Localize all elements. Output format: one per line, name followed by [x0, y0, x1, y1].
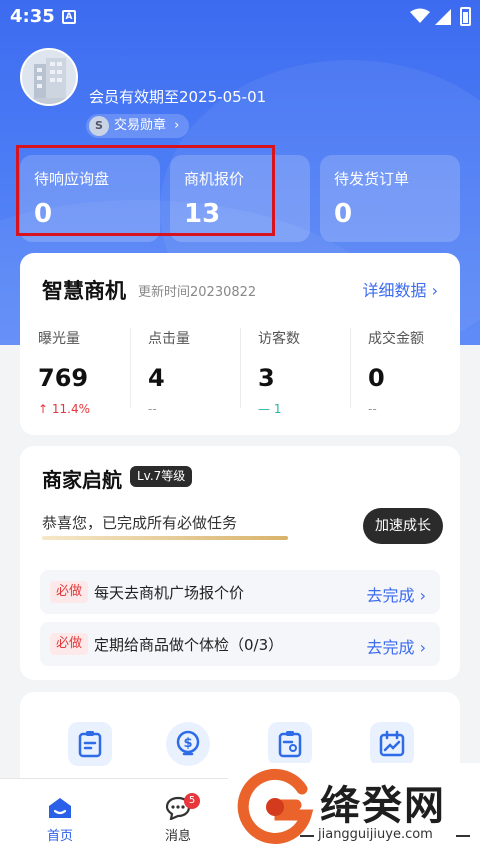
metric-value: 4	[148, 364, 165, 392]
tab-label: 首页	[46, 829, 73, 844]
signal-icon	[435, 9, 451, 25]
metric-value: 769	[38, 364, 89, 392]
metric-clicks[interactable]: 点击量 4 --	[148, 328, 258, 418]
metric-change: --	[148, 402, 157, 416]
go-complete-link[interactable]: 去完成 ›	[366, 582, 426, 606]
divider	[456, 835, 470, 837]
go-complete-label: 去完成	[366, 638, 415, 657]
task-text: 定期给商品做个体检（0/3）	[94, 636, 284, 654]
detail-data-link[interactable]: 详细数据 ›	[362, 277, 438, 301]
metric-exposure[interactable]: 曝光量 769 ↑ 11.4%	[38, 328, 148, 418]
metric-label: 访客数	[258, 331, 300, 347]
highlight-box	[16, 145, 275, 236]
chevron-right-icon: ›	[174, 118, 180, 133]
metric-visitors[interactable]: 访客数 3 — 1	[258, 328, 368, 418]
required-tag: 必做	[50, 581, 89, 603]
level-badge: Lv.7等级	[130, 466, 193, 487]
divider	[240, 328, 241, 408]
watermark-logo-icon	[237, 768, 314, 844]
tab-messages[interactable]: 5 消息	[138, 779, 218, 853]
update-time: 更新时间20230822	[138, 285, 257, 300]
metric-label: 曝光量	[38, 331, 80, 347]
stat-pending-shipment[interactable]: 待发货订单 0	[320, 155, 460, 242]
unread-badge: 5	[184, 793, 200, 809]
calendar-chart-icon[interactable]	[370, 722, 414, 766]
smart-opportunity-card: 智慧商机 更新时间20230822 详细数据 › 曝光量 769 ↑ 11.4%…	[20, 253, 460, 435]
divider	[350, 328, 351, 408]
avatar[interactable]	[20, 48, 78, 106]
detail-data-label: 详细数据	[362, 281, 427, 300]
clipboard-edit-icon[interactable]	[68, 722, 112, 766]
money-bulb-icon[interactable]: $	[166, 722, 210, 766]
svg-text:$: $	[183, 736, 192, 751]
go-complete-link[interactable]: 去完成 ›	[366, 634, 426, 658]
metric-value: 0	[368, 364, 385, 392]
accelerate-growth-button[interactable]: 加速成长	[363, 508, 443, 544]
site-watermark: 绛癸网 jiangguijiuye.com	[228, 763, 480, 853]
watermark-text: 绛癸网	[320, 783, 446, 829]
battery-icon	[460, 7, 471, 26]
metric-transaction-amount[interactable]: 成交金额 0 --	[368, 328, 478, 418]
home-icon	[49, 798, 71, 818]
go-complete-label: 去完成	[366, 586, 415, 605]
membership-expiry: 会员有效期至2025-05-01	[89, 88, 267, 106]
medal-coin-icon: S	[89, 116, 109, 136]
chevron-right-icon: ›	[431, 281, 438, 300]
metric-label: 点击量	[148, 331, 190, 347]
smart-opportunity-title: 智慧商机	[42, 279, 126, 303]
metric-change: --	[368, 402, 377, 416]
merchant-launch-title: 商家启航	[42, 468, 122, 492]
metric-change: ↑ 11.4%	[38, 402, 90, 416]
chevron-right-icon: ›	[419, 586, 426, 605]
trade-medal-label: 交易勋章	[114, 118, 167, 133]
task-item[interactable]: 必做 定期给商品做个体检（0/3） 去完成 ›	[40, 622, 440, 666]
task-text: 每天去商机广场报个价	[94, 584, 245, 602]
merchant-launch-card: 商家启航 Lv.7等级 恭喜您，已完成所有必做任务 加速成长 必做 每天去商机广…	[20, 446, 460, 680]
required-tag: 必做	[50, 633, 89, 655]
watermark-url: jiangguijiuye.com	[318, 827, 433, 842]
stat-value: 0	[334, 199, 353, 229]
wifi-icon	[410, 8, 430, 23]
chevron-right-icon: ›	[419, 638, 426, 657]
completion-message: 恭喜您，已完成所有必做任务	[42, 514, 238, 532]
metric-change: — 1	[258, 402, 282, 416]
task-progress-bar	[42, 536, 288, 540]
metric-value: 3	[258, 364, 275, 392]
stat-label: 待发货订单	[334, 170, 410, 188]
notification-a-icon: A	[62, 10, 76, 24]
divider	[300, 835, 314, 837]
status-time: 4:35	[10, 6, 55, 27]
metric-label: 成交金额	[368, 331, 424, 347]
divider	[130, 328, 131, 408]
task-item[interactable]: 必做 每天去商机广场报个价 去完成 ›	[40, 570, 440, 614]
clipboard-settings-icon[interactable]	[268, 722, 312, 766]
trade-medal-link[interactable]: S 交易勋章 ›	[86, 114, 190, 138]
tab-home[interactable]: 首页	[20, 779, 100, 853]
progress-fill	[42, 536, 288, 540]
status-bar: 4:35 A	[0, 0, 480, 34]
tab-label: 消息	[164, 829, 191, 844]
